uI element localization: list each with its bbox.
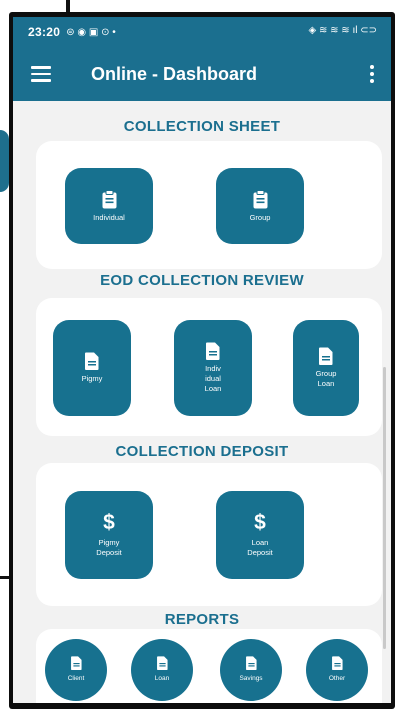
other-report-button[interactable]: Other (306, 639, 368, 701)
loan-report-button[interactable]: Loan (131, 639, 193, 701)
individual-loan-review-button[interactable]: Indiv idual Loan (174, 320, 252, 416)
client-report-button[interactable]: Client (45, 639, 107, 701)
collection-deposit-card: $ Pigmy Deposit $ Loan Deposit (36, 463, 382, 606)
system-status-icons: ◈ ≋ ≋ ≋ ıl ⊂⊃ (308, 25, 377, 36)
pigmy-review-button[interactable]: Pigmy (53, 320, 131, 416)
tile-label: Group Loan (315, 369, 337, 388)
photo-background: 23:20 ⊜ ◉ ▣ ⊙ • ◈ ≋ ≋ ≋ ıl ⊂⊃ Online - D… (0, 0, 400, 717)
page-title: Online - Dashboard (91, 63, 258, 84)
status-time: 23:20 (28, 25, 61, 39)
hamburger-menu-icon[interactable] (31, 62, 55, 86)
background-line (0, 576, 9, 579)
tile-label: Loan Deposit (247, 538, 273, 557)
document-icon (331, 656, 343, 670)
savings-report-button[interactable]: Savings (220, 639, 282, 701)
tile-label: Other (328, 675, 346, 682)
dollar-icon: $ (254, 511, 266, 534)
status-bar: 23:20 ⊜ ◉ ▣ ⊙ • ◈ ≋ ≋ ≋ ıl ⊂⊃ (13, 17, 391, 47)
app-bar: Online - Dashboard (13, 47, 391, 101)
collection-sheet-card: Individual Group (36, 141, 382, 269)
document-icon (245, 656, 257, 670)
loan-deposit-button[interactable]: $ Loan Deposit (216, 491, 304, 579)
reports-card: Client Loan Savings Other (36, 629, 382, 703)
tile-label: Individual (93, 212, 125, 222)
scrollbar[interactable] (383, 367, 386, 649)
document-icon (85, 352, 99, 370)
section-title-eod-review: EOD COLLECTION REVIEW (100, 272, 304, 289)
eod-review-card: Pigmy Indiv idual Loan Group Loan (36, 298, 382, 436)
tile-label: Indiv idual Loan (204, 364, 222, 393)
tile-label: Client (67, 675, 85, 682)
background-bubble (0, 130, 9, 192)
tile-label: Pigmy (81, 374, 103, 383)
pigmy-deposit-button[interactable]: $ Pigmy Deposit (65, 491, 153, 579)
document-icon (319, 347, 333, 365)
document-icon (70, 656, 82, 670)
phone-screen: 23:20 ⊜ ◉ ▣ ⊙ • ◈ ≋ ≋ ≋ ıl ⊂⊃ Online - D… (13, 17, 391, 703)
background-mark (66, 0, 70, 12)
clipboard-icon (253, 189, 268, 209)
section-title-collection-sheet: COLLECTION SHEET (123, 118, 281, 135)
group-collection-sheet-button[interactable]: Group (216, 168, 304, 244)
tile-label: Pigmy Deposit (96, 538, 122, 557)
dollar-icon: $ (103, 511, 115, 534)
individual-collection-sheet-button[interactable]: Individual (65, 168, 153, 244)
section-title-reports: REPORTS (164, 611, 240, 628)
clipboard-icon (102, 189, 117, 209)
section-title-collection-deposit: COLLECTION DEPOSIT (115, 443, 289, 460)
group-loan-review-button[interactable]: Group Loan (293, 320, 359, 416)
tile-label: Group (249, 212, 271, 222)
tile-label: Savings (239, 675, 263, 682)
notification-icons: ⊜ ◉ ▣ ⊙ • (66, 26, 116, 38)
document-icon (156, 656, 168, 670)
document-icon (206, 342, 220, 360)
tile-label: Loan (154, 675, 170, 682)
dashboard-content[interactable]: COLLECTION SHEET Individual Group EOD CO… (13, 101, 391, 703)
more-options-icon[interactable] (363, 61, 381, 87)
